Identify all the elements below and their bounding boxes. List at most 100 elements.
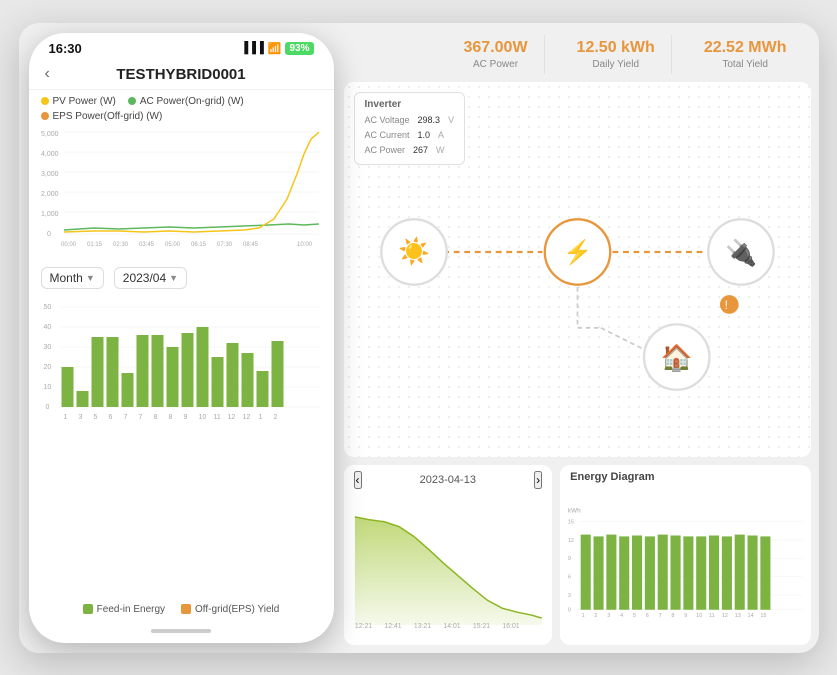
ac-power-value: 367.00W — [464, 39, 528, 57]
legend-ac: AC Power(On-grid) (W) — [128, 96, 244, 107]
svg-text:6: 6 — [646, 613, 649, 619]
daily-yield-label: Daily Yield — [577, 59, 655, 70]
energy-diagram-svg: kWh 15 12 9 6 3 0 — [566, 485, 804, 641]
svg-text:30: 30 — [43, 344, 51, 351]
ac-dot — [128, 97, 136, 105]
svg-text:02:30: 02:30 — [113, 242, 129, 248]
area-chart-card: ‹ 2023-04-13 › — [344, 465, 553, 645]
energy-diagram-header: Energy Diagram — [560, 465, 810, 485]
svg-text:0: 0 — [45, 404, 49, 411]
svg-text:06:15: 06:15 — [191, 242, 207, 248]
legend-pv-label: PV Power (W) — [53, 96, 116, 107]
date-selector[interactable]: 2023/04 ▼ — [114, 267, 187, 289]
svg-text:4,000: 4,000 — [41, 151, 59, 158]
pv-dot — [41, 97, 49, 105]
svg-text:0: 0 — [47, 231, 51, 238]
svg-text:15: 15 — [568, 519, 574, 525]
svg-text:03:45: 03:45 — [139, 242, 155, 248]
svg-text:07:30: 07:30 — [217, 242, 233, 248]
home-indicator — [151, 629, 211, 633]
svg-text:2: 2 — [273, 414, 277, 421]
svg-text:5: 5 — [633, 613, 636, 619]
total-yield-label: Total Yield — [704, 59, 787, 70]
daily-yield-stat: 12.50 kWh Daily Yield — [561, 35, 672, 74]
svg-text:01:15: 01:15 — [87, 242, 103, 248]
svg-text:5: 5 — [93, 414, 97, 421]
svg-text:05:00: 05:00 — [165, 242, 181, 248]
svg-text:⚡: ⚡ — [562, 238, 591, 266]
svg-text:1,000: 1,000 — [41, 211, 59, 218]
svg-text:7: 7 — [138, 414, 142, 421]
svg-text:3: 3 — [568, 592, 571, 598]
chart-legend: PV Power (W) AC Power(On-grid) (W) EPS P… — [29, 90, 334, 124]
energy-diagram-card: Energy Diagram kWh 15 12 9 6 3 0 — [560, 465, 810, 645]
phone-home-bar — [29, 623, 334, 643]
total-yield-stat: 22.52 MWh Total Yield — [688, 35, 803, 74]
svg-text:7: 7 — [659, 613, 662, 619]
svg-text:16:01: 16:01 — [502, 622, 519, 629]
date-arrow: ▼ — [169, 273, 178, 283]
bottom-charts: ‹ 2023-04-13 › — [344, 465, 811, 645]
svg-text:12: 12 — [242, 414, 250, 421]
legend-eps-label: EPS Power(Off-grid) (W) — [53, 111, 163, 122]
svg-text:40: 40 — [43, 324, 51, 331]
feedin-label: Feed-in Energy — [97, 604, 165, 615]
svg-text:6: 6 — [108, 414, 112, 421]
area-chart-header: ‹ 2023-04-13 › — [344, 465, 553, 491]
svg-text:7: 7 — [123, 414, 127, 421]
svg-text:2,000: 2,000 — [41, 191, 59, 198]
svg-text:3,000: 3,000 — [41, 171, 59, 178]
phone-header: ‹ TESTHYBRID0001 — [29, 60, 334, 90]
feedin-color — [83, 604, 93, 614]
svg-text:8: 8 — [153, 414, 157, 421]
bar-chart-legend: Feed-in Energy Off-grid(EPS) Yield — [29, 598, 334, 623]
svg-text:8: 8 — [168, 414, 172, 421]
svg-text:12: 12 — [227, 414, 235, 421]
ac-power-stat: 367.00W AC Power — [448, 35, 545, 74]
period-arrow: ▼ — [86, 273, 95, 283]
eps-dot — [41, 112, 49, 120]
energy-diagram-content: kWh 15 12 9 6 3 0 — [560, 485, 810, 645]
svg-text:1: 1 — [63, 414, 67, 421]
svg-text:☀️: ☀️ — [398, 235, 430, 267]
phone-mockup: 16:30 ▐▐▐ 📶 93% ‹ TESTHYBRID0001 PV Powe… — [29, 33, 334, 643]
svg-text:6: 6 — [568, 574, 571, 580]
flow-date: 2023-04-13 — [420, 474, 476, 486]
energy-flow-diagram: Inverter AC Voltage 298.3 V AC Current 1… — [344, 82, 811, 457]
area-chart-content: 12:21 12:41 13:21 14:01 15:21 16:01 — [344, 491, 553, 645]
svg-text:4: 4 — [620, 613, 623, 619]
svg-text:🔌: 🔌 — [724, 237, 756, 267]
bar-chart-svg: 50 40 30 20 10 0 — [37, 297, 326, 447]
period-selector[interactable]: Month ▼ — [41, 267, 104, 289]
dashboard-right: 367.00W AC Power 12.50 kWh Daily Yield 2… — [344, 23, 819, 653]
ac-power-label: AC Power — [464, 59, 528, 70]
energy-diagram-title: Energy Diagram — [570, 471, 654, 483]
svg-text:12: 12 — [568, 537, 574, 543]
svg-text:5,000: 5,000 — [41, 131, 59, 138]
svg-text:12:41: 12:41 — [384, 622, 401, 629]
svg-text:00:00: 00:00 — [61, 242, 77, 248]
date-label: 2023/04 — [123, 271, 166, 285]
svg-text:10: 10 — [696, 613, 702, 619]
svg-text:20: 20 — [43, 364, 51, 371]
svg-text:9: 9 — [568, 556, 571, 562]
svg-text:3: 3 — [78, 414, 82, 421]
status-icons: ▐▐▐ 📶 93% — [240, 42, 313, 55]
line-chart-svg: 5,000 4,000 3,000 2,000 1,000 0 00:00 — [39, 124, 324, 254]
svg-text:11: 11 — [213, 414, 220, 421]
svg-text:0: 0 — [568, 607, 571, 613]
svg-text:15:21: 15:21 — [472, 622, 489, 629]
svg-text:8: 8 — [672, 613, 675, 619]
back-button[interactable]: ‹ — [45, 65, 50, 83]
legend-eps: EPS Power(Off-grid) (W) — [41, 111, 163, 122]
legend-pv: PV Power (W) — [41, 96, 116, 107]
flow-inner: Inverter AC Voltage 298.3 V AC Current 1… — [344, 82, 811, 457]
bar-chart-area: 50 40 30 20 10 0 — [29, 293, 334, 598]
svg-text:15: 15 — [760, 613, 766, 619]
flow-svg: ! ☀️ ⚡ 🔌 🏠 — [344, 82, 811, 457]
next-date-button[interactable]: › — [534, 471, 542, 489]
svg-text:14:01: 14:01 — [443, 622, 460, 629]
signal-icon: ▐▐▐ — [240, 42, 263, 54]
app-container: 16:30 ▐▐▐ 📶 93% ‹ TESTHYBRID0001 PV Powe… — [19, 23, 819, 653]
prev-date-button[interactable]: ‹ — [354, 471, 362, 489]
